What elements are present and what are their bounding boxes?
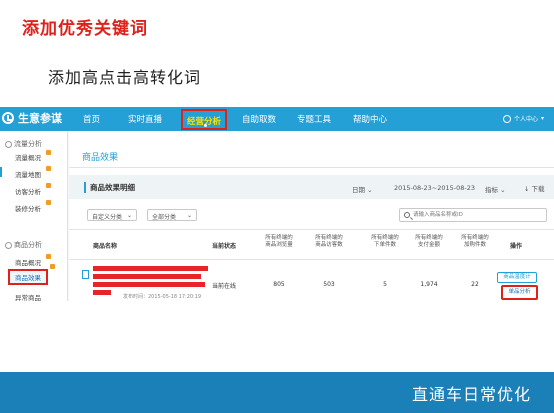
date-filter-label: 日期 xyxy=(352,186,365,194)
nav-live[interactable]: 实时直播 xyxy=(128,113,162,125)
column-header-line: 商品浏览量 xyxy=(265,242,293,248)
download-button[interactable]: ↓ 下载 xyxy=(524,183,545,193)
download-label: 下载 xyxy=(531,185,545,193)
column-header-action: 操作 xyxy=(510,243,523,250)
slide-title: 添加优秀关键词 xyxy=(22,19,148,39)
sidebar-item-product-overview[interactable]: 商品概况 xyxy=(15,257,41,267)
user-icon xyxy=(502,114,511,123)
custom-category-value: 自定义分类 xyxy=(92,214,123,221)
product-thumbnail-icon[interactable] xyxy=(82,270,89,279)
page-title: 商品效果 xyxy=(82,153,119,163)
brand-name: 生意参谋 xyxy=(18,112,62,125)
redaction-mark xyxy=(93,290,111,295)
nav-home[interactable]: 首页 xyxy=(83,113,100,125)
sidebar-item-traffic-map[interactable]: 流量地图 xyxy=(15,169,41,179)
sidebar-active-bar xyxy=(0,167,2,177)
column-header-name: 商品名称 xyxy=(93,243,118,250)
new-badge-icon xyxy=(46,150,51,155)
metric-filter[interactable]: 指标 ⌄ xyxy=(485,184,506,194)
column-header-line: 所有终端的 xyxy=(461,235,489,241)
sidebar-group-label: 流量分析 xyxy=(14,140,42,148)
column-header-page-views[interactable]: 所有终端的 商品浏览量 xyxy=(251,235,307,249)
user-center-label: 个人中心 xyxy=(513,116,538,123)
redaction-mark xyxy=(93,266,208,271)
column-header-cart-items[interactable]: 所有终端的 加购件数 xyxy=(447,235,503,249)
redaction-mark xyxy=(93,274,201,279)
publish-time: 发布时间：2015-05-18 17:20:19 xyxy=(123,294,202,300)
brand-icon xyxy=(2,112,14,124)
slide-subtitle: 添加高点击高转化词 xyxy=(48,68,202,87)
footer-title: 直通车日常优化 xyxy=(411,385,531,404)
all-category-select[interactable]: 全部分类 ⌄ xyxy=(147,209,197,221)
active-indicator-icon xyxy=(204,124,207,127)
section-header: 商品效果明细 日期 ⌄ 2015-08-23~2015-08-23 指标 ⌄ ↓… xyxy=(69,175,554,199)
chevron-down-icon: ⌄ xyxy=(367,186,373,194)
column-header-line: 商品访客数 xyxy=(315,242,343,248)
traffic-icon xyxy=(5,140,12,148)
custom-category-select[interactable]: 自定义分类 ⌄ xyxy=(87,209,137,221)
divider xyxy=(69,259,554,260)
redaction-mark xyxy=(93,282,205,287)
top-navbar: 生意参谋 首页 实时直播 经营分析 自助取数 专题工具 帮助中心 个人中心 ▾ xyxy=(0,107,554,131)
download-icon: ↓ xyxy=(524,185,530,193)
status-badge: 当前在线 xyxy=(212,283,237,290)
chevron-down-icon: ⌄ xyxy=(500,186,506,194)
sidebar-group-product[interactable]: 商品分析 xyxy=(5,240,42,250)
chevron-down-icon: ⌄ xyxy=(126,212,132,219)
sidebar: 流量分析 流量概况 流量地图 访客分析 装修分析 商品分析 商品概况 商品效果 … xyxy=(0,131,68,301)
date-range[interactable]: 2015-08-23~2015-08-23 xyxy=(394,184,475,192)
sidebar-item-decoration-analysis[interactable]: 装修分析 xyxy=(15,203,41,213)
slide-footer: 直通车日常优化 xyxy=(0,372,554,413)
new-badge-icon xyxy=(50,264,55,269)
date-filter[interactable]: 日期 ⌄ xyxy=(352,184,373,194)
column-header-line: 所有终端的 xyxy=(315,235,343,241)
new-badge-icon xyxy=(46,166,51,171)
main-content: 商品效果 商品效果明细 日期 ⌄ 2015-08-23~2015-08-23 指… xyxy=(69,131,554,301)
nav-business-analysis[interactable]: 经营分析 xyxy=(181,109,228,130)
product-thermometer-button[interactable]: 商品温度计 xyxy=(497,272,537,283)
sidebar-item-abnormal-product[interactable]: 异常商品 xyxy=(15,292,41,301)
sidebar-item-traffic-overview[interactable]: 流量概况 xyxy=(15,152,41,162)
section-title: 商品效果明细 xyxy=(84,182,135,193)
search-box[interactable] xyxy=(399,208,547,222)
new-badge-icon xyxy=(46,254,51,259)
cell-cart-items: 22 xyxy=(471,281,479,288)
chevron-down-icon: ⌄ xyxy=(186,212,192,219)
column-header-visitors[interactable]: 所有终端的 商品访客数 xyxy=(301,235,357,249)
nav-special-tools[interactable]: 专题工具 xyxy=(297,113,331,125)
sidebar-item-visitor-analysis[interactable]: 访客分析 xyxy=(15,186,41,196)
product-icon xyxy=(5,241,12,249)
new-badge-icon xyxy=(46,200,51,205)
chevron-down-icon: ▾ xyxy=(540,115,544,122)
nav-help-center[interactable]: 帮助中心 xyxy=(353,113,387,125)
cell-visitors: 503 xyxy=(323,281,335,288)
column-header-status: 当前状态 xyxy=(212,243,237,250)
app-screenshot: 生意参谋 首页 实时直播 经营分析 自助取数 专题工具 帮助中心 个人中心 ▾ … xyxy=(0,107,554,301)
column-header-line: 所有终端的 xyxy=(265,235,293,241)
search-input[interactable] xyxy=(413,210,543,220)
divider xyxy=(69,167,554,168)
metric-filter-label: 指标 xyxy=(485,186,498,194)
cell-page-views: 805 xyxy=(273,281,285,288)
single-product-analysis-button[interactable]: 单品分析 xyxy=(501,285,538,300)
user-center[interactable]: 个人中心 ▾ xyxy=(502,114,544,123)
search-icon xyxy=(404,212,410,218)
sidebar-item-product-effect[interactable]: 商品效果 xyxy=(8,269,48,285)
sidebar-group-traffic[interactable]: 流量分析 xyxy=(5,139,42,149)
all-category-value: 全部分类 xyxy=(152,214,177,221)
new-badge-icon xyxy=(46,183,51,188)
sidebar-group-label: 商品分析 xyxy=(14,241,42,249)
divider xyxy=(69,229,554,230)
column-header-line: 加购件数 xyxy=(463,242,486,248)
brand-logo[interactable]: 生意参谋 xyxy=(2,110,62,126)
nav-self-service[interactable]: 自助取数 xyxy=(242,113,276,125)
